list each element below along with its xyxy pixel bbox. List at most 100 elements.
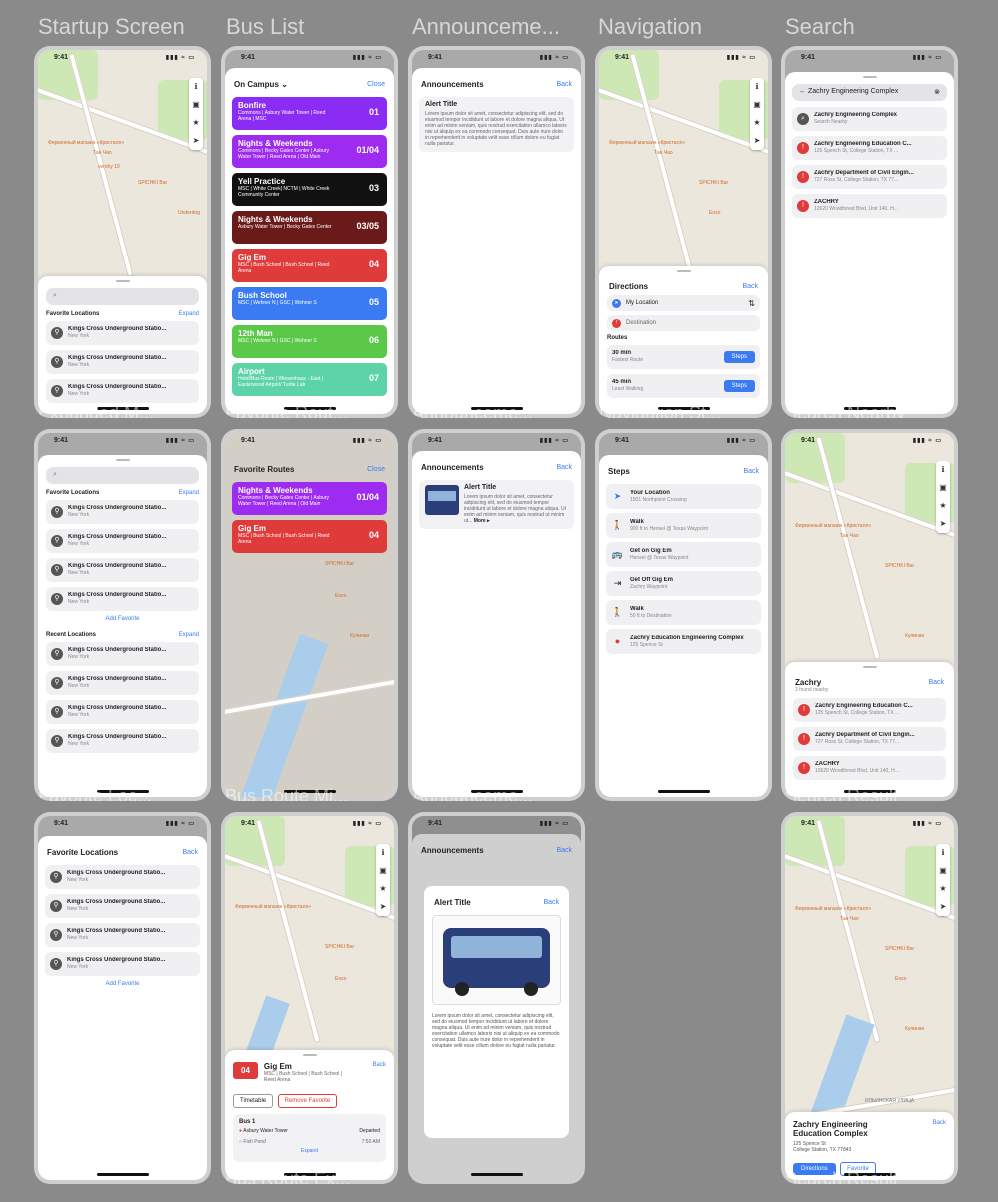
list-item[interactable]: ⚲ Kings Cross Underground Statio... New Yo… [46,379,199,403]
drag-handle[interactable] [676,270,691,272]
step-item[interactable]: 🚶 Walk 900 ft to Hensel @ Texas Waypoint [606,513,761,538]
route-card[interactable]: Bonfire Commons | Asbury Water Tower | Re… [232,97,387,130]
search-result[interactable]: ! Zachry Department of Civil Engin... 727 … [793,727,946,751]
list-item[interactable]: ⚲ Kings Cross Underground Statio... New Yo… [45,923,200,947]
route-card[interactable]: Nights & Weekends Commons | Becky Gates C… [232,135,387,168]
more-link[interactable]: More ▸ [474,518,490,524]
list-item[interactable]: ⚲ Kings Cross Underground Statio... New Yo… [46,587,199,611]
back-button[interactable]: Back [556,847,572,854]
list-item[interactable]: ⚲ Kings Cross Underground Statio... New Yo… [46,700,199,724]
clear-icon[interactable]: ⊗ [934,88,940,97]
back-button[interactable]: Back [556,464,572,471]
drag-handle[interactable] [302,1054,317,1056]
list-item[interactable]: ⚲ Kings Cross Underground Statio... New Yo… [45,894,200,918]
search-result[interactable]: ! Zachry Engineering Education C... 125 Sp… [793,698,946,722]
info-icon[interactable]: ℹ [936,844,950,862]
bus-icon[interactable]: ▣ [376,862,390,880]
list-item[interactable]: ⚲ Kings Cross Underground Statio... New Yo… [45,952,200,976]
search-result[interactable]: ! ZACHRY 12620 Woodforest Blvd, Unit 140, … [792,194,947,218]
info-icon[interactable]: ℹ [376,844,390,862]
step-item[interactable]: 🚶 Walk 50 ft to Destination [606,600,761,625]
info-icon[interactable]: ℹ [750,78,764,96]
add-favorite-link[interactable]: Add Favorite [46,616,199,622]
expand-link[interactable]: Expand [239,1148,380,1154]
star-icon[interactable]: ★ [750,114,764,132]
list-item[interactable]: ⚲ Kings Cross Underground Statio... New Yo… [46,321,199,345]
back-button[interactable]: Back [556,81,572,88]
close-button[interactable]: Close [367,466,385,473]
search-input[interactable]: ⌕ [46,467,199,484]
back-button[interactable]: Back [182,849,198,856]
drag-handle[interactable] [862,666,877,668]
star-icon[interactable]: ★ [936,880,950,898]
origin-field[interactable]: ➤ My Location ⇅ [607,295,760,311]
list-item[interactable]: ⚲ Kings Cross Underground Statio... New Yo… [46,500,199,524]
expand-link[interactable]: Expand [179,632,199,638]
route-option[interactable]: 30 min Fastest Route Steps [607,345,760,369]
location-arrow-icon[interactable]: ➤ [936,515,950,533]
route-card[interactable]: Gig Em MSC | Bush School | Bush School | … [232,520,387,553]
bus-icon[interactable]: ▣ [750,96,764,114]
list-item[interactable]: ⚲ Kings Cross Underground Statio... New Yo… [46,529,199,553]
back-button[interactable]: Back [743,468,759,475]
alert-card[interactable]: Alert Title Lorem ipsum dolor sit amet, c… [419,97,574,152]
route-card[interactable]: Nights & Weekends Asbury Water Tower | Be… [232,211,387,244]
star-icon[interactable]: ★ [189,114,203,132]
location-arrow-icon[interactable]: ➤ [750,132,764,150]
list-item[interactable]: ⚲ Kings Cross Underground Statio... New Yo… [45,865,200,889]
route-card[interactable]: Airport Hotel/Bus Route | Wiesenhaus - Ea… [232,363,387,396]
location-arrow-icon[interactable]: ➤ [936,898,950,916]
list-item[interactable]: ⚲ Kings Cross Underground Statio... New Yo… [46,558,199,582]
info-icon[interactable]: ℹ [936,461,950,479]
back-button[interactable]: Back [928,679,944,686]
back-button[interactable]: Back [933,1120,946,1138]
route-card[interactable]: 12th Man MSC | Wehner N | GSC | Wehner S 0… [232,325,387,358]
expand-link[interactable]: Expand [179,490,199,496]
search-result[interactable]: ! ZACHRY 12620 Woodforest Blvd, Unit 140, … [793,756,946,780]
bus-icon[interactable]: ▣ [189,96,203,114]
alert-card[interactable]: Alert Title Lorem ipsum dolor sit amet, c… [419,480,574,529]
search-nearby-item[interactable]: ⌕ Zachry Engineering Complex Search Nearby [792,107,947,131]
steps-button[interactable]: Steps [723,351,755,363]
star-icon[interactable]: ★ [376,880,390,898]
route-option[interactable]: 45 min Least Walking Steps [607,374,760,398]
step-item[interactable]: ⇥ Get Off Gig Em Zachry Waypoint [606,571,761,596]
step-item[interactable]: ➤ Your Location 1501 Northpoint Crossing [606,484,761,509]
list-item[interactable]: ⚲ Kings Cross Underground Statio... New Yo… [46,729,199,753]
remove-favorite-button[interactable]: Remove Favorite [277,1094,338,1108]
campus-selector[interactable]: On Campus ⌄ [234,80,288,89]
expand-link[interactable]: Expand [179,311,199,317]
list-item[interactable]: ⚲ Kings Cross Underground Statio... New Yo… [46,642,199,666]
close-button[interactable]: Close [367,81,385,88]
add-favorite-link[interactable]: Add Favorite [45,981,200,987]
search-input[interactable]: ⌕ [46,288,199,305]
bus-icon[interactable]: ▣ [936,479,950,497]
list-item[interactable]: ⚲ Kings Cross Underground Statio... New Yo… [46,350,199,374]
drag-handle[interactable] [862,76,877,78]
back-button[interactable]: Back [742,283,758,290]
destination-field[interactable]: ! Destination [607,315,760,331]
route-card[interactable]: Nights & Weekends Commons | Becky Gates C… [232,482,387,515]
search-result[interactable]: ! Zachry Engineering Education C... 125 Sp… [792,136,947,160]
steps-button[interactable]: Steps [723,380,755,392]
list-item[interactable]: ⚲ Kings Cross Underground Statio... New Yo… [46,671,199,695]
search-input[interactable]: ← Zachry Engineering Complex ⊗ [792,84,947,101]
back-button[interactable]: Back [543,899,559,906]
search-result[interactable]: ! Zachry Department of Civil Engin... 727 … [792,165,947,189]
step-item[interactable]: 🚌 Get on Gig Em Hensel @ Texas Waypoint [606,542,761,567]
star-icon[interactable]: ★ [936,497,950,515]
drag-handle[interactable] [115,459,130,461]
location-arrow-icon[interactable]: ➤ [189,132,203,150]
location-arrow-icon[interactable]: ➤ [376,898,390,916]
route-card[interactable]: Bush School MSC | Wehner N | GSC | Wehner… [232,287,387,320]
route-card[interactable]: Gig Em MSC | Bush School | Bush School | … [232,249,387,282]
route-card[interactable]: Yell Practice MSC | White Creek| NCTM | W… [232,173,387,206]
back-arrow-icon[interactable]: ← [799,88,806,95]
swap-icon[interactable]: ⇅ [748,299,755,308]
timetable-button[interactable]: Timetable [233,1094,274,1108]
step-item[interactable]: ● Zachry Education Engineering Complex 125… [606,629,761,654]
back-button[interactable]: Back [373,1062,386,1068]
info-icon[interactable]: ℹ [189,78,203,96]
drag-handle[interactable] [115,280,130,282]
bus-icon[interactable]: ▣ [936,862,950,880]
